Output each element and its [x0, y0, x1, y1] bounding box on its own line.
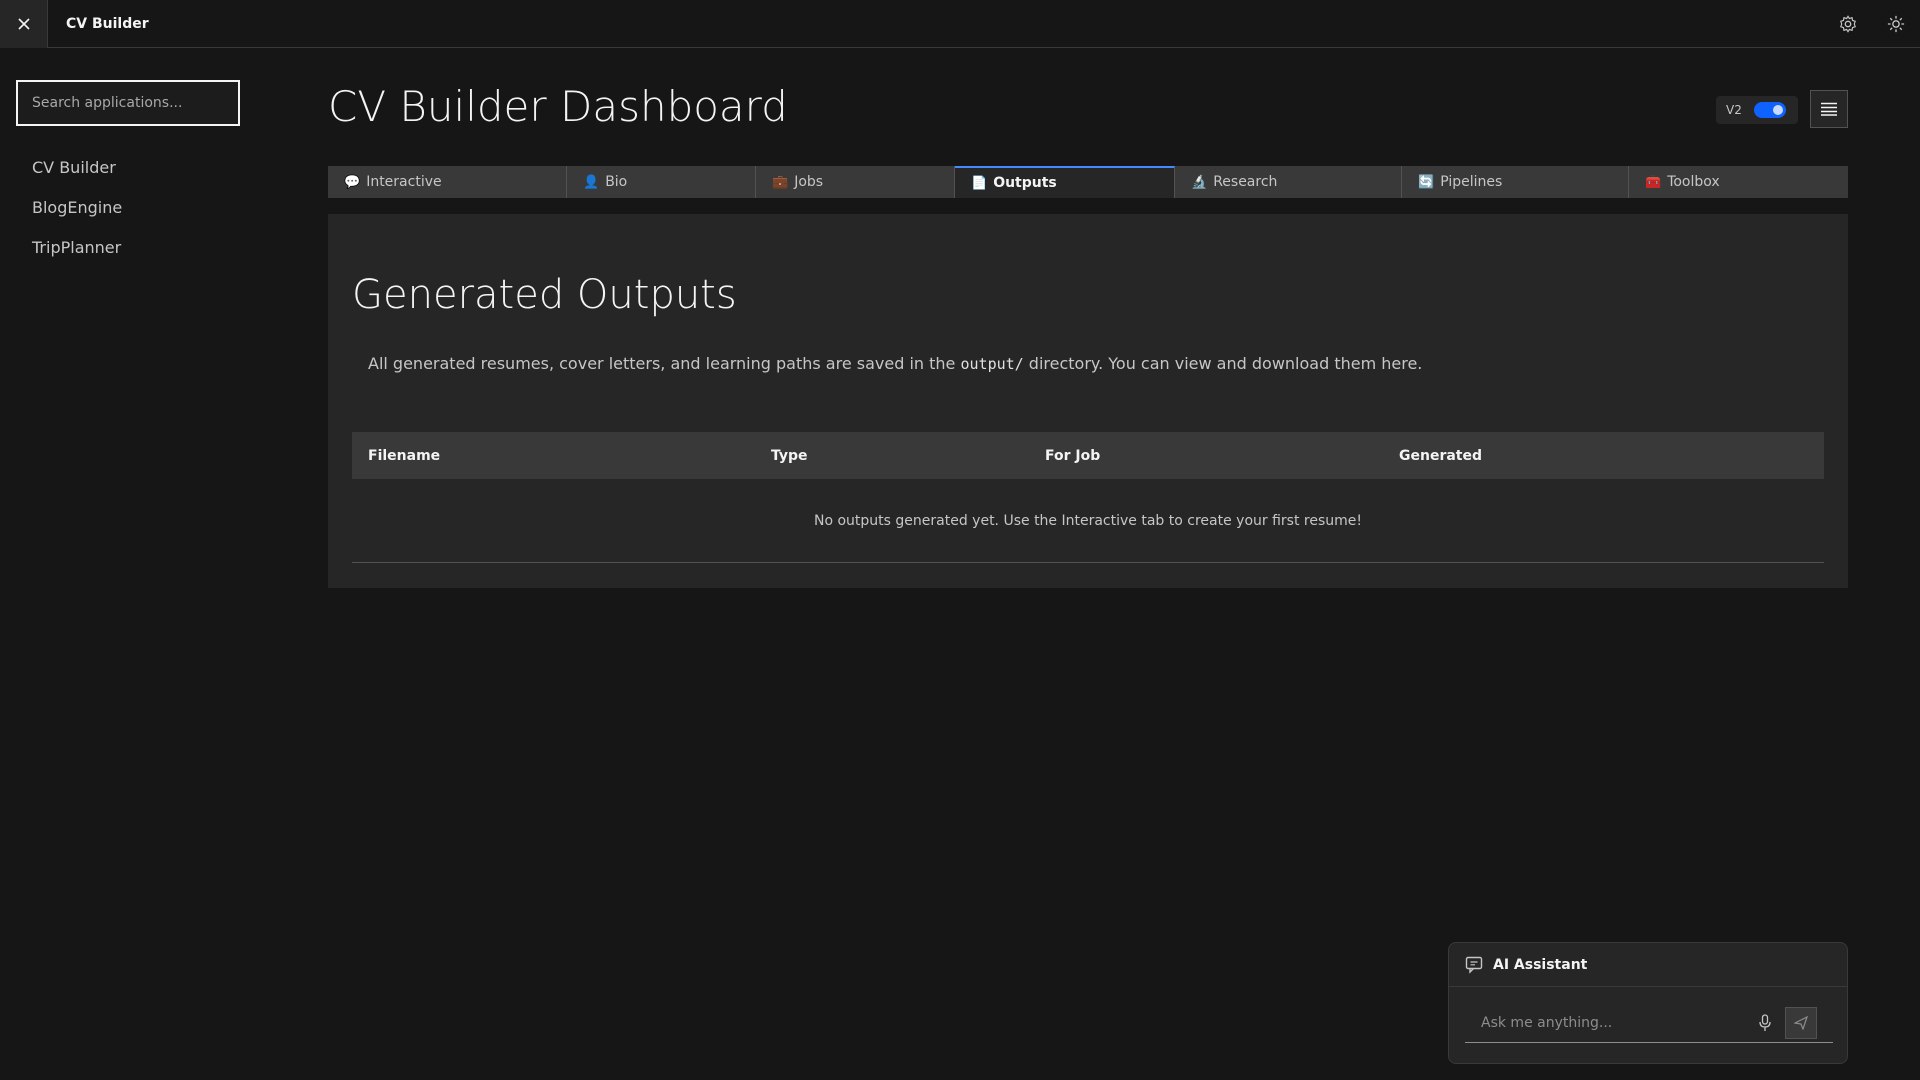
menu-button[interactable] [1810, 90, 1848, 128]
tab-bio[interactable]: 👤 Bio [567, 166, 756, 198]
version-switch[interactable] [1753, 102, 1786, 118]
microphone-button[interactable] [1749, 1007, 1781, 1039]
switch-knob [1772, 105, 1783, 115]
gear-icon [1840, 14, 1856, 33]
ai-assistant-widget: AI Assistant [1448, 942, 1848, 1064]
assistant-title: AI Assistant [1493, 956, 1588, 973]
microphone-icon [1759, 1013, 1771, 1031]
tab-research[interactable]: 🔬 Research [1175, 166, 1402, 198]
tab-label: Toolbox [1667, 174, 1720, 190]
tab-label: Pipelines [1440, 174, 1503, 190]
column-header-type[interactable]: Type [755, 448, 1029, 464]
theme-toggle-button[interactable] [1872, 0, 1920, 48]
tab-interactive[interactable]: 💬 Interactive [328, 166, 567, 198]
column-header-for-job[interactable]: For Job [1029, 448, 1383, 464]
app-name: CV Builder [66, 15, 149, 32]
search-input[interactable] [16, 80, 240, 126]
version-toggle[interactable]: V2 [1716, 96, 1798, 124]
sidebar-item-cv-builder[interactable]: CV Builder [0, 148, 256, 188]
empty-state-message: No outputs generated yet. Use the Intera… [352, 479, 1824, 563]
tab-outputs[interactable]: 📄 Outputs [955, 166, 1175, 198]
page-title: CV Builder Dashboard [328, 82, 788, 131]
table-header: Filename Type For Job Generated [352, 432, 1824, 479]
column-header-filename[interactable]: Filename [352, 448, 755, 464]
desc-text-after: directory. You can view and download the… [1023, 354, 1423, 373]
assistant-header[interactable]: AI Assistant [1449, 943, 1847, 987]
menu-icon [1821, 102, 1837, 116]
output-directory-code: output/ [960, 355, 1024, 373]
close-button[interactable] [0, 0, 48, 48]
desc-text-before: All generated resumes, cover letters, an… [368, 354, 961, 373]
app-nav-list: CV Builder BlogEngine TripPlanner [0, 148, 256, 268]
sidebar-item-blogengine[interactable]: BlogEngine [0, 188, 256, 228]
tab-label: Research [1213, 174, 1278, 190]
tab-label: Bio [605, 174, 628, 190]
speech-bubble-icon: 💬 [344, 174, 361, 190]
tab-bar: 💬 Interactive 👤 Bio 💼 Jobs 📄 Outputs 🔬 R… [328, 166, 1848, 198]
tab-label: Outputs [993, 175, 1057, 191]
sun-icon [1887, 15, 1905, 32]
section-title: Generated Outputs [352, 272, 737, 318]
assistant-input[interactable] [1465, 1014, 1749, 1031]
person-icon: 👤 [583, 174, 600, 190]
sidebar: CV Builder BlogEngine TripPlanner [0, 48, 256, 1080]
sidebar-item-tripplanner[interactable]: TripPlanner [0, 228, 256, 268]
document-icon: 📄 [971, 175, 988, 191]
toolbox-icon: 🧰 [1645, 174, 1662, 190]
microscope-icon: 🔬 [1191, 174, 1208, 190]
column-header-generated[interactable]: Generated [1383, 448, 1824, 464]
briefcase-icon: 💼 [772, 174, 789, 190]
tab-jobs[interactable]: 💼 Jobs [756, 166, 955, 198]
header-actions [1824, 0, 1920, 48]
tab-label: Jobs [794, 174, 824, 190]
send-icon [1794, 1015, 1808, 1030]
tab-label: Interactive [366, 174, 442, 190]
send-button[interactable] [1785, 1006, 1817, 1039]
tab-toolbox[interactable]: 🧰 Toolbox [1629, 166, 1848, 198]
top-header: CV Builder [0, 0, 1920, 48]
tab-pipelines[interactable]: 🔄 Pipelines [1402, 166, 1629, 198]
outputs-table: Filename Type For Job Generated No outpu… [352, 432, 1824, 563]
close-icon [17, 17, 30, 30]
outputs-description: All generated resumes, cover letters, an… [368, 354, 1422, 373]
settings-button[interactable] [1824, 0, 1872, 48]
assistant-input-row [1465, 1003, 1833, 1043]
outputs-panel: Generated Outputs All generated resumes,… [328, 214, 1848, 588]
version-label: V2 [1726, 103, 1742, 117]
refresh-icon: 🔄 [1418, 174, 1435, 190]
chat-icon [1465, 956, 1483, 974]
